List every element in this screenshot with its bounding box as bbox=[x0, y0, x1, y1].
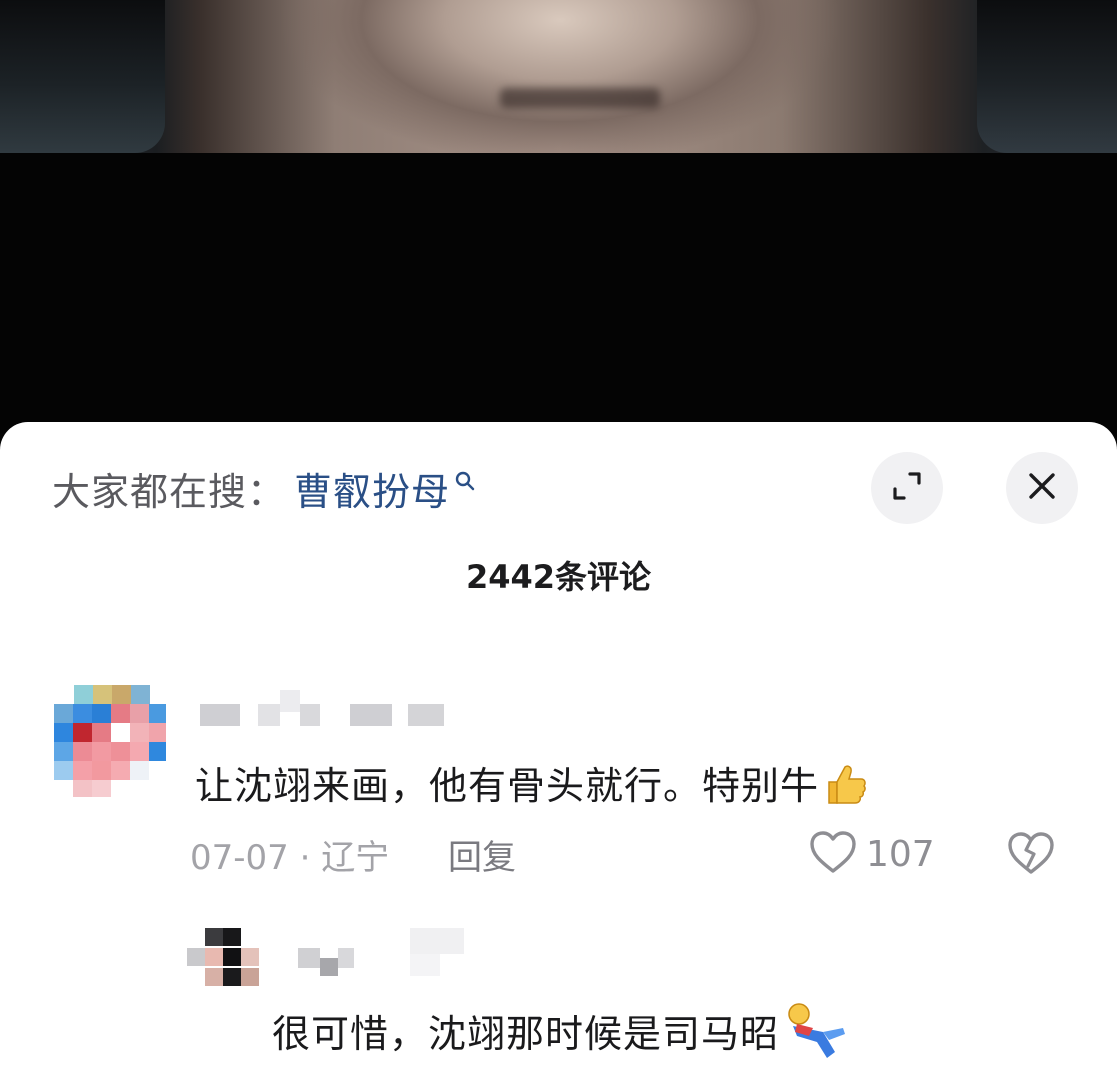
trending-keyword[interactable]: 曹叡扮母 bbox=[294, 461, 450, 516]
avatar[interactable] bbox=[54, 685, 166, 797]
video-letterbox bbox=[0, 153, 1117, 433]
reply-username-redacted[interactable] bbox=[298, 928, 468, 984]
comment-text: 让沈翊来画，他有骨头就行。特别牛 bbox=[195, 755, 869, 816]
like-count: 107 bbox=[866, 833, 935, 875]
comment-date: 07-07 bbox=[190, 838, 289, 878]
video-blurred-text bbox=[500, 88, 660, 108]
meta-separator: · bbox=[299, 838, 311, 878]
trending-label: 大家都在搜： bbox=[52, 469, 287, 514]
dislike-button[interactable] bbox=[1006, 830, 1056, 880]
username-redacted[interactable] bbox=[200, 690, 450, 726]
reply-button[interactable]: 回复 bbox=[448, 838, 516, 878]
expand-icon bbox=[890, 469, 924, 507]
reply-text: 很可惜，沈翊那时候是司马昭 bbox=[272, 1002, 849, 1071]
dizzy-cartoon-icon bbox=[783, 1002, 849, 1071]
close-button[interactable] bbox=[1006, 452, 1078, 524]
thumbs-up-icon bbox=[823, 761, 869, 816]
heart-outline-icon bbox=[808, 829, 858, 879]
comment-sheet: 大家都在搜： 曹叡扮母 2442条评论 让沈翊来画，他有骨头就行。特别牛 07-… bbox=[0, 422, 1117, 1080]
expand-button[interactable] bbox=[871, 452, 943, 524]
video-figure-right bbox=[977, 0, 1117, 153]
comment-meta: 07-07 · 辽宁 回复 bbox=[190, 830, 516, 879]
reply-avatar[interactable] bbox=[187, 928, 267, 988]
broken-heart-icon bbox=[1006, 832, 1056, 880]
video-figure-left bbox=[0, 0, 165, 153]
video-frame[interactable] bbox=[0, 0, 1117, 153]
comment-count: 2442条评论 bbox=[465, 558, 652, 596]
comment-location: 辽宁 bbox=[321, 838, 390, 878]
close-icon bbox=[1027, 471, 1057, 505]
search-icon bbox=[454, 457, 476, 501]
like-button[interactable]: 107 bbox=[808, 829, 935, 879]
trending-search[interactable]: 大家都在搜： 曹叡扮母 bbox=[52, 460, 476, 516]
